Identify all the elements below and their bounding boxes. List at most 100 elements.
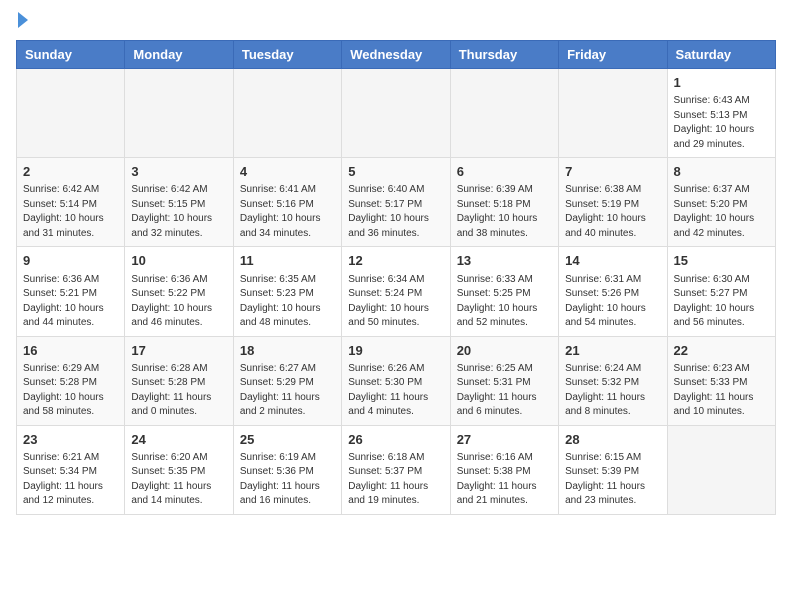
calendar-cell: 26 Sunrise: 6:18 AM Sunset: 5:37 PM Dayli… <box>342 425 450 514</box>
calendar-week-row: 1Sunrise: 6:43 AM Sunset: 5:13 PM Daylig… <box>17 69 776 158</box>
logo <box>16 16 28 28</box>
day-info: Sunrise: 6:16 AM Sunset: 5:38 PM Dayligh… <box>457 451 552 509</box>
calendar-cell: 3 Sunrise: 6:42 AM Sunset: 5:15 PM Daylig… <box>125 158 233 247</box>
day-info: Sunrise: 6:41 AM Sunset: 5:16 PM Dayligh… <box>240 183 335 241</box>
calendar-cell <box>342 69 450 158</box>
weekday-header-saturday: Saturday <box>667 41 775 69</box>
calendar-cell: 7 Sunrise: 6:38 AM Sunset: 5:19 PM Daylig… <box>559 158 667 247</box>
calendar-cell: 28Sunrise: 6:15 AM Sunset: 5:39 PM Dayli… <box>559 425 667 514</box>
day-info: Sunrise: 6:23 AM Sunset: 5:33 PM Dayligh… <box>674 362 769 420</box>
day-number: 15 <box>674 252 769 270</box>
day-info: Sunrise: 6:18 AM Sunset: 5:37 PM Dayligh… <box>348 451 443 509</box>
day-number: 25 <box>240 431 335 449</box>
calendar-cell: 19 Sunrise: 6:26 AM Sunset: 5:30 PM Dayli… <box>342 336 450 425</box>
day-number: 18 <box>240 342 335 360</box>
day-info: Sunrise: 6:40 AM Sunset: 5:17 PM Dayligh… <box>348 183 443 241</box>
day-info: Sunrise: 6:42 AM Sunset: 5:14 PM Dayligh… <box>23 183 118 241</box>
day-info: Sunrise: 6:15 AM Sunset: 5:39 PM Dayligh… <box>565 451 660 509</box>
calendar-cell: 5 Sunrise: 6:40 AM Sunset: 5:17 PM Daylig… <box>342 158 450 247</box>
day-number: 16 <box>23 342 118 360</box>
day-info: Sunrise: 6:36 AM Sunset: 5:22 PM Dayligh… <box>131 273 226 331</box>
day-number: 22 <box>674 342 769 360</box>
calendar-cell: 4 Sunrise: 6:41 AM Sunset: 5:16 PM Daylig… <box>233 158 341 247</box>
day-info: Sunrise: 6:24 AM Sunset: 5:32 PM Dayligh… <box>565 362 660 420</box>
day-info: Sunrise: 6:43 AM Sunset: 5:13 PM Dayligh… <box>674 94 769 152</box>
calendar-cell: 15Sunrise: 6:30 AM Sunset: 5:27 PM Dayli… <box>667 247 775 336</box>
day-number: 12 <box>348 252 443 270</box>
calendar-cell <box>450 69 558 158</box>
day-number: 2 <box>23 163 118 181</box>
calendar-cell: 23 Sunrise: 6:21 AM Sunset: 5:34 PM Dayli… <box>17 425 125 514</box>
calendar-cell <box>559 69 667 158</box>
calendar-cell: 25 Sunrise: 6:19 AM Sunset: 5:36 PM Dayli… <box>233 425 341 514</box>
calendar-header-row: SundayMondayTuesdayWednesdayThursdayFrid… <box>17 41 776 69</box>
day-number: 13 <box>457 252 552 270</box>
calendar-cell: 17 Sunrise: 6:28 AM Sunset: 5:28 PM Dayli… <box>125 336 233 425</box>
day-info: Sunrise: 6:31 AM Sunset: 5:26 PM Dayligh… <box>565 273 660 331</box>
weekday-header-sunday: Sunday <box>17 41 125 69</box>
day-info: Sunrise: 6:34 AM Sunset: 5:24 PM Dayligh… <box>348 273 443 331</box>
day-info: Sunrise: 6:35 AM Sunset: 5:23 PM Dayligh… <box>240 273 335 331</box>
calendar-cell <box>233 69 341 158</box>
day-number: 23 <box>23 431 118 449</box>
calendar-week-row: 16 Sunrise: 6:29 AM Sunset: 5:28 PM Dayli… <box>17 336 776 425</box>
calendar-cell: 8 Sunrise: 6:37 AM Sunset: 5:20 PM Daylig… <box>667 158 775 247</box>
day-number: 11 <box>240 252 335 270</box>
calendar-cell: 14 Sunrise: 6:31 AM Sunset: 5:26 PM Dayli… <box>559 247 667 336</box>
calendar-cell: 9Sunrise: 6:36 AM Sunset: 5:21 PM Daylig… <box>17 247 125 336</box>
calendar-cell <box>125 69 233 158</box>
day-number: 21 <box>565 342 660 360</box>
calendar-cell: 24 Sunrise: 6:20 AM Sunset: 5:35 PM Dayli… <box>125 425 233 514</box>
calendar-cell: 10 Sunrise: 6:36 AM Sunset: 5:22 PM Dayli… <box>125 247 233 336</box>
calendar-cell: 13Sunrise: 6:33 AM Sunset: 5:25 PM Dayli… <box>450 247 558 336</box>
calendar-cell: 22 Sunrise: 6:23 AM Sunset: 5:33 PM Dayli… <box>667 336 775 425</box>
day-number: 24 <box>131 431 226 449</box>
weekday-header-monday: Monday <box>125 41 233 69</box>
day-info: Sunrise: 6:37 AM Sunset: 5:20 PM Dayligh… <box>674 183 769 241</box>
day-number: 14 <box>565 252 660 270</box>
day-info: Sunrise: 6:19 AM Sunset: 5:36 PM Dayligh… <box>240 451 335 509</box>
day-number: 27 <box>457 431 552 449</box>
day-number: 3 <box>131 163 226 181</box>
day-info: Sunrise: 6:42 AM Sunset: 5:15 PM Dayligh… <box>131 183 226 241</box>
calendar-table: SundayMondayTuesdayWednesdayThursdayFrid… <box>16 40 776 515</box>
day-info: Sunrise: 6:25 AM Sunset: 5:31 PM Dayligh… <box>457 362 552 420</box>
calendar-cell: 20Sunrise: 6:25 AM Sunset: 5:31 PM Dayli… <box>450 336 558 425</box>
day-number: 10 <box>131 252 226 270</box>
calendar-cell: 16 Sunrise: 6:29 AM Sunset: 5:28 PM Dayli… <box>17 336 125 425</box>
weekday-header-tuesday: Tuesday <box>233 41 341 69</box>
day-number: 9 <box>23 252 118 270</box>
day-number: 5 <box>348 163 443 181</box>
day-number: 26 <box>348 431 443 449</box>
logo-arrow-icon <box>18 12 28 28</box>
calendar-cell: 21 Sunrise: 6:24 AM Sunset: 5:32 PM Dayli… <box>559 336 667 425</box>
day-info: Sunrise: 6:29 AM Sunset: 5:28 PM Dayligh… <box>23 362 118 420</box>
day-info: Sunrise: 6:21 AM Sunset: 5:34 PM Dayligh… <box>23 451 118 509</box>
weekday-header-thursday: Thursday <box>450 41 558 69</box>
day-number: 8 <box>674 163 769 181</box>
day-info: Sunrise: 6:38 AM Sunset: 5:19 PM Dayligh… <box>565 183 660 241</box>
day-info: Sunrise: 6:27 AM Sunset: 5:29 PM Dayligh… <box>240 362 335 420</box>
calendar-cell: 2 Sunrise: 6:42 AM Sunset: 5:14 PM Daylig… <box>17 158 125 247</box>
calendar-cell: 12 Sunrise: 6:34 AM Sunset: 5:24 PM Dayli… <box>342 247 450 336</box>
calendar-cell <box>17 69 125 158</box>
calendar-week-row: 9Sunrise: 6:36 AM Sunset: 5:21 PM Daylig… <box>17 247 776 336</box>
page-header <box>16 16 776 28</box>
day-info: Sunrise: 6:39 AM Sunset: 5:18 PM Dayligh… <box>457 183 552 241</box>
day-number: 4 <box>240 163 335 181</box>
calendar-cell: 1Sunrise: 6:43 AM Sunset: 5:13 PM Daylig… <box>667 69 775 158</box>
calendar-cell: 27 Sunrise: 6:16 AM Sunset: 5:38 PM Dayli… <box>450 425 558 514</box>
calendar-cell: 18 Sunrise: 6:27 AM Sunset: 5:29 PM Dayli… <box>233 336 341 425</box>
weekday-header-wednesday: Wednesday <box>342 41 450 69</box>
calendar-cell: 6 Sunrise: 6:39 AM Sunset: 5:18 PM Daylig… <box>450 158 558 247</box>
day-number: 6 <box>457 163 552 181</box>
calendar-cell: 11 Sunrise: 6:35 AM Sunset: 5:23 PM Dayli… <box>233 247 341 336</box>
day-info: Sunrise: 6:26 AM Sunset: 5:30 PM Dayligh… <box>348 362 443 420</box>
day-number: 17 <box>131 342 226 360</box>
calendar-week-row: 23 Sunrise: 6:21 AM Sunset: 5:34 PM Dayli… <box>17 425 776 514</box>
calendar-cell <box>667 425 775 514</box>
day-info: Sunrise: 6:20 AM Sunset: 5:35 PM Dayligh… <box>131 451 226 509</box>
day-info: Sunrise: 6:28 AM Sunset: 5:28 PM Dayligh… <box>131 362 226 420</box>
day-number: 7 <box>565 163 660 181</box>
day-number: 19 <box>348 342 443 360</box>
